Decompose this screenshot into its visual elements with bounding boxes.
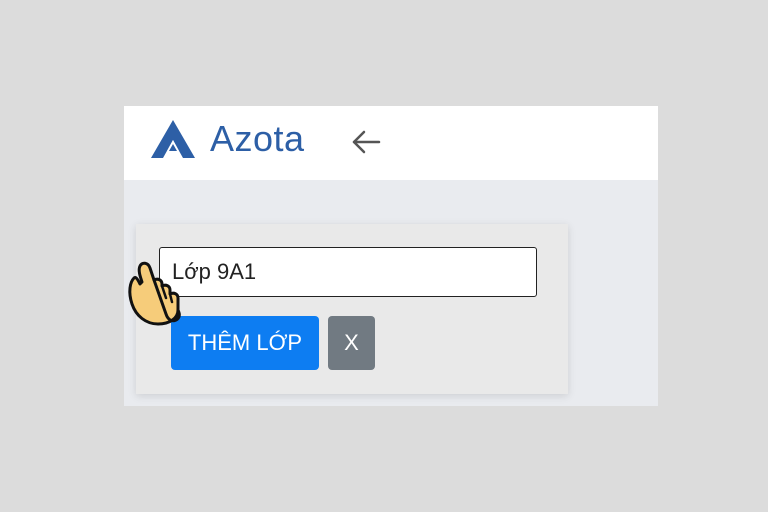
- class-name-input[interactable]: [159, 247, 537, 297]
- azota-logo-icon: [151, 120, 195, 158]
- close-button[interactable]: X: [328, 316, 375, 370]
- app-window: Azota THÊM LỚP X: [124, 106, 658, 406]
- add-class-button[interactable]: THÊM LỚP: [171, 316, 319, 370]
- arrow-left-icon[interactable]: [350, 128, 382, 156]
- brand-name: Azota: [210, 118, 305, 159]
- top-header: Azota: [124, 106, 658, 180]
- add-class-card: THÊM LỚP X: [136, 224, 568, 394]
